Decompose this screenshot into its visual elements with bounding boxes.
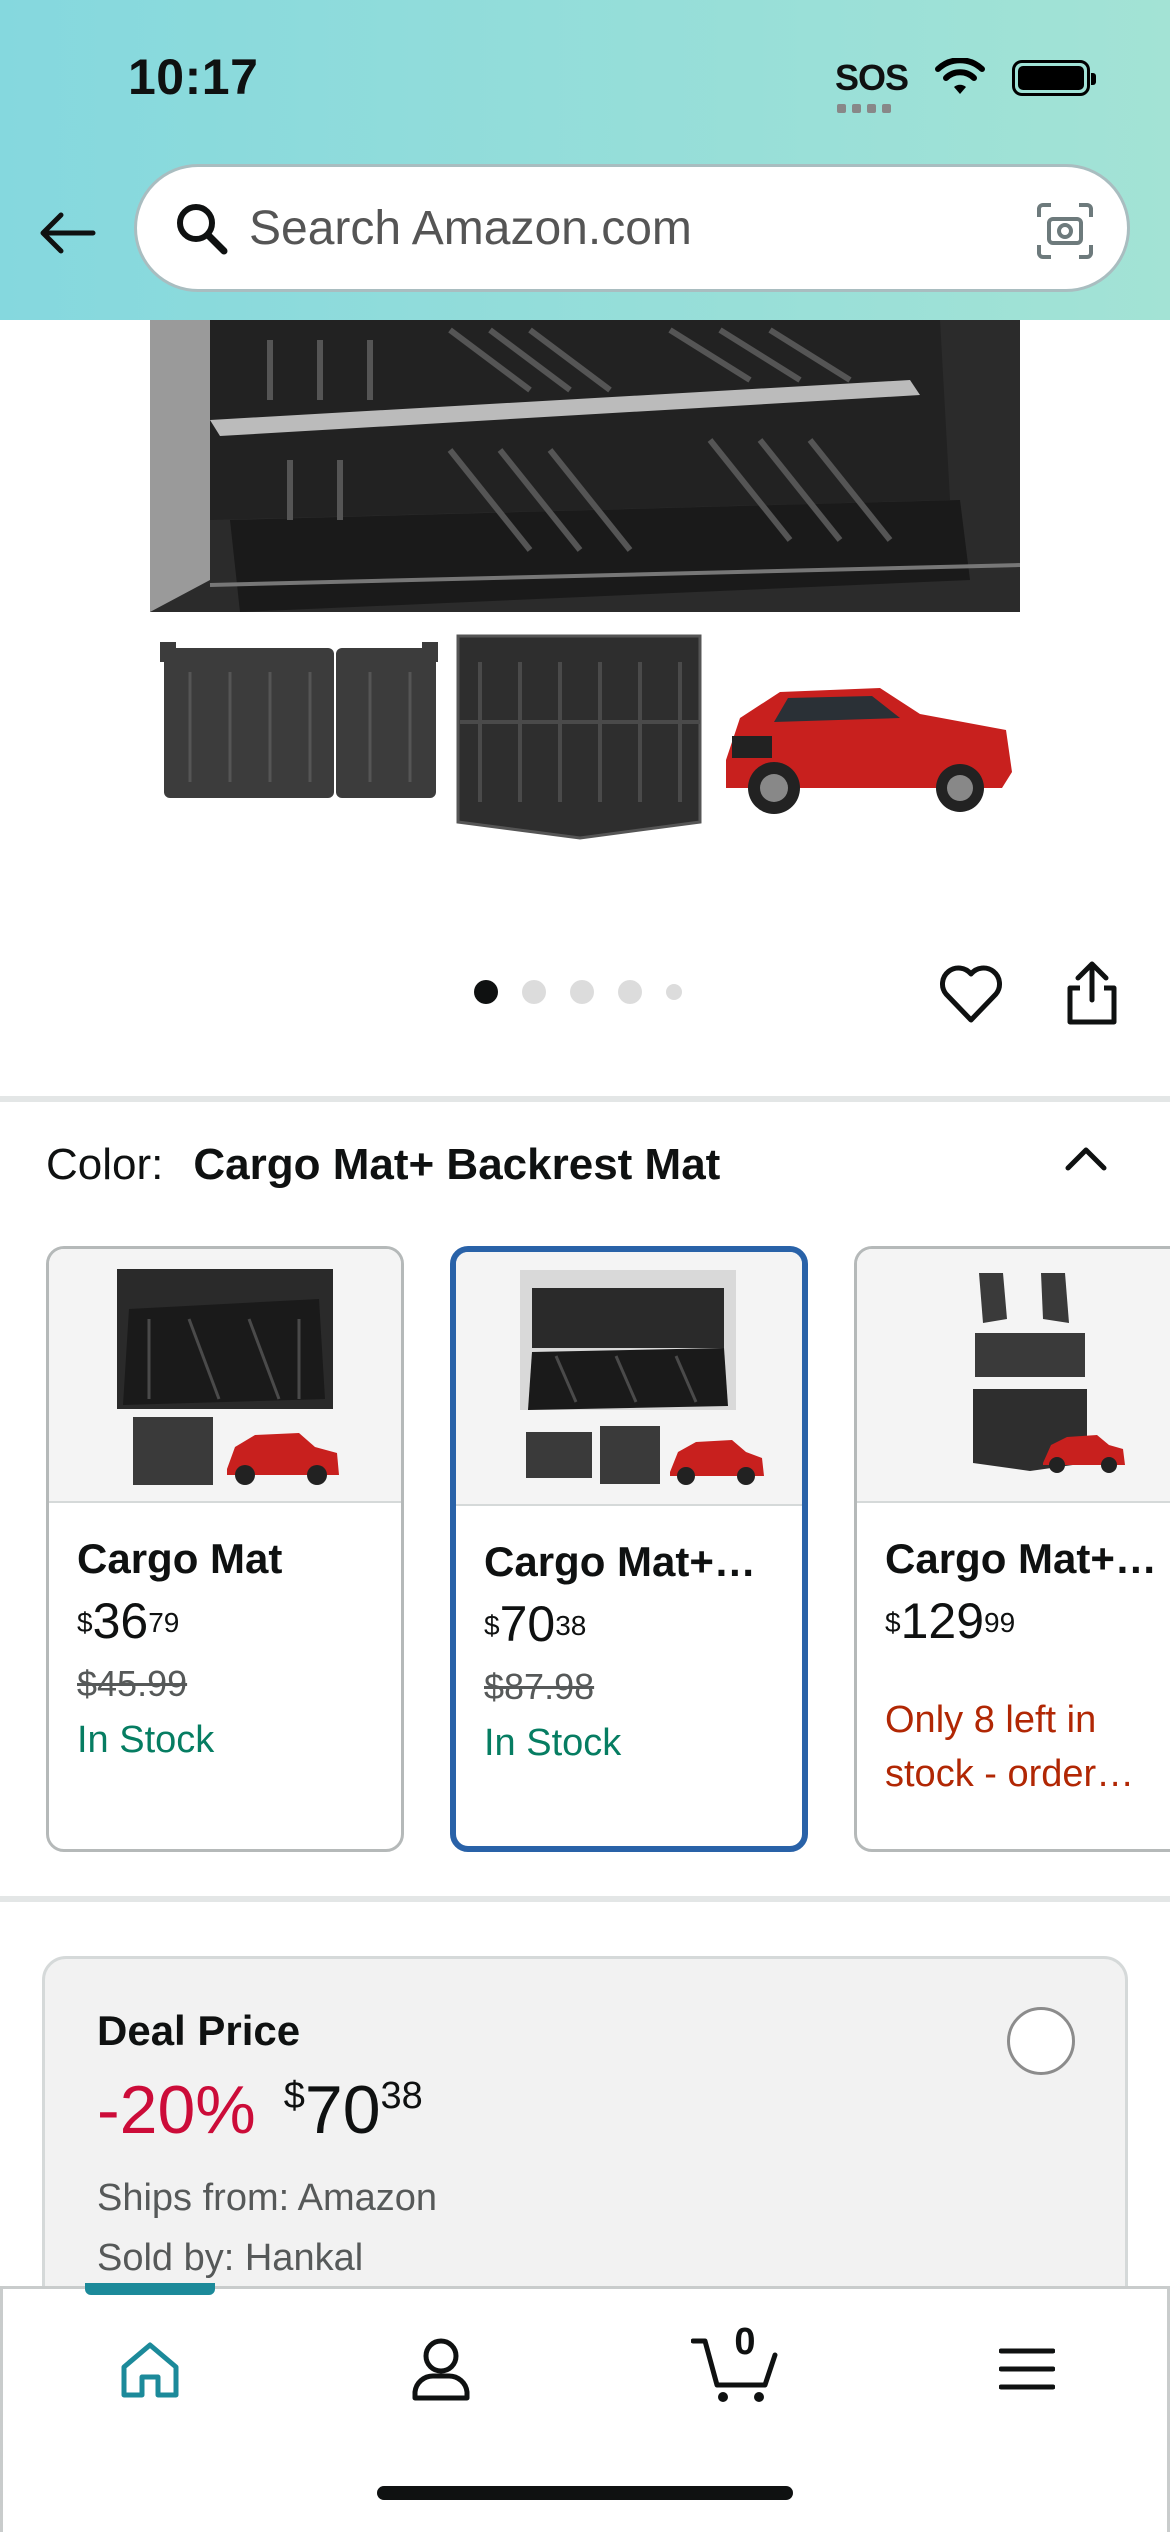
swatch-image bbox=[49, 1249, 401, 1503]
swatch-image bbox=[456, 1252, 802, 1506]
search-icon bbox=[161, 200, 241, 256]
product-main-image[interactable] bbox=[150, 320, 1020, 612]
home-icon bbox=[121, 2342, 179, 2398]
swatch-stock-status: In Stock bbox=[484, 1722, 622, 1764]
swatch-list-price: $45.99 bbox=[77, 1663, 188, 1704]
pagination-dot[interactable] bbox=[666, 984, 682, 1000]
backrest-mat-thumbnail bbox=[160, 642, 438, 798]
section-divider bbox=[0, 1896, 1170, 1902]
swatch-details: Cargo Mat $3679 $45.99 In Stock bbox=[49, 1503, 401, 1762]
cargo-mat-thumbnail bbox=[456, 634, 702, 840]
nav-account[interactable] bbox=[401, 2329, 481, 2409]
nav-menu[interactable] bbox=[987, 2329, 1067, 2409]
color-swatch-cargo-mat[interactable]: Cargo Mat $3679 $45.99 In Stock bbox=[46, 1246, 404, 1852]
color-swatch-full-set[interactable]: Cargo Mat+… $12999 Only 8 left in stock … bbox=[854, 1246, 1170, 1852]
wifi-icon bbox=[935, 58, 985, 94]
deal-ships-from: Ships from: Amazon bbox=[97, 2177, 438, 2219]
chevron-up-icon[interactable] bbox=[1060, 1134, 1112, 1186]
pagination-dot[interactable] bbox=[522, 980, 546, 1004]
swatch-title: Cargo Mat bbox=[77, 1535, 283, 1582]
nav-active-indicator bbox=[85, 2283, 215, 2295]
nav-home[interactable] bbox=[110, 2329, 190, 2409]
swatch-title: Cargo Mat+… bbox=[484, 1538, 756, 1585]
color-selected-value: Cargo Mat+ Backrest Mat bbox=[193, 1140, 721, 1189]
swatch-list-price: $87.98 bbox=[484, 1666, 595, 1707]
swatch-stock-status: In Stock bbox=[77, 1719, 215, 1761]
swatch-price: $3679 bbox=[77, 1593, 180, 1649]
deal-title: Deal Price bbox=[97, 2007, 301, 2054]
home-indicator bbox=[377, 2486, 793, 2500]
battery-icon bbox=[1012, 60, 1096, 96]
swatch-image bbox=[857, 1249, 1170, 1503]
nav-cart[interactable]: 0 bbox=[691, 2321, 779, 2409]
deal-discount: -20% bbox=[97, 2072, 256, 2148]
heart-icon[interactable] bbox=[938, 962, 1004, 1028]
deal-radio-button[interactable] bbox=[1007, 2007, 1075, 2075]
status-icons: SOS bbox=[834, 50, 1096, 113]
cart-count-badge: 0 bbox=[734, 2321, 756, 2363]
swatch-stock-status: Only 8 left in stock - order… bbox=[885, 1699, 1135, 1795]
cargo-mat-photo bbox=[150, 320, 1020, 612]
color-swatch-cargo-mat-backrest[interactable]: Cargo Mat+… $7038 $87.98 In Stock bbox=[450, 1246, 808, 1852]
deal-sold-by: Sold by: Hankal bbox=[97, 2237, 364, 2279]
pagination-dot[interactable] bbox=[474, 980, 498, 1004]
section-divider bbox=[0, 1096, 1170, 1102]
sos-indicator: SOS bbox=[834, 57, 909, 113]
swatch-price: $12999 bbox=[885, 1593, 1016, 1649]
pagination-dot[interactable] bbox=[570, 980, 594, 1004]
account-icon bbox=[412, 2338, 470, 2401]
camera-scan-icon[interactable] bbox=[1035, 201, 1095, 261]
search-input[interactable] bbox=[249, 200, 1029, 256]
menu-icon bbox=[999, 2348, 1055, 2390]
share-icon[interactable] bbox=[1062, 958, 1122, 1028]
sos-signal-dots bbox=[836, 104, 891, 113]
swatch-title: Cargo Mat+… bbox=[885, 1535, 1157, 1582]
pagination-dot[interactable] bbox=[618, 980, 642, 1004]
swatch-details: Cargo Mat+… $12999 Only 8 left in stock … bbox=[857, 1503, 1170, 1801]
red-suv-thumbnail bbox=[726, 688, 1012, 814]
image-pagination-dots[interactable] bbox=[474, 980, 682, 1004]
product-thumbnails bbox=[160, 632, 1020, 848]
color-label: Color: bbox=[46, 1140, 164, 1189]
arrow-left-icon bbox=[40, 212, 96, 254]
deal-price-row: -20% $7038 bbox=[97, 2071, 423, 2149]
deal-price: $7038 bbox=[283, 2072, 423, 2148]
status-time: 10:17 bbox=[128, 49, 259, 105]
sos-label: SOS bbox=[834, 57, 909, 98]
swatch-details: Cargo Mat+… $7038 $87.98 In Stock bbox=[456, 1506, 802, 1765]
search-bar[interactable] bbox=[134, 164, 1130, 292]
back-button[interactable] bbox=[34, 200, 100, 266]
color-selector-header: Color: Cargo Mat+ Backrest Mat bbox=[46, 1140, 720, 1190]
app-header: 10:17 SOS bbox=[0, 0, 1170, 320]
swatch-price: $7038 bbox=[484, 1596, 587, 1652]
